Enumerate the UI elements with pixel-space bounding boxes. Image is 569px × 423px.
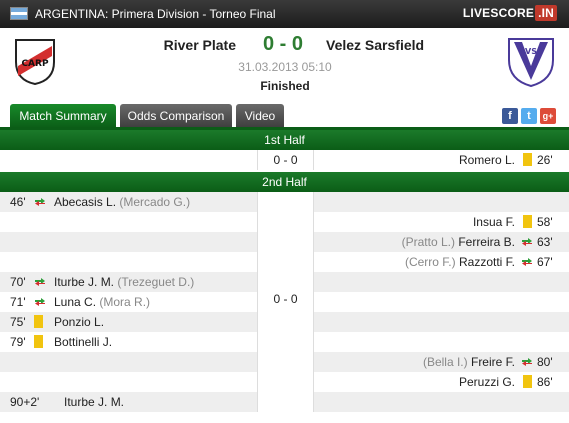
yellow-card-icon (523, 215, 532, 228)
event-player[interactable]: Iturbe J. M. (Trezeguet D.) (54, 272, 194, 292)
event-player[interactable]: Abecasis L. (Mercado G.) (54, 192, 190, 212)
substitution-icon (522, 258, 532, 266)
svg-text:VS: VS (525, 47, 537, 56)
event-player[interactable]: (Bella I.) Freire F. (423, 352, 515, 372)
substitution-icon (35, 278, 45, 286)
home-team-name[interactable]: River Plate (120, 37, 236, 53)
first-half-header: 1st Half (0, 130, 569, 150)
substitution-icon (522, 358, 532, 366)
player-out: (Mora R.) (99, 295, 151, 309)
player-out: (Mercado G.) (119, 195, 191, 209)
event-time: 67' (537, 255, 553, 269)
divider (313, 150, 314, 170)
river-plate-crest-icon: CARP (15, 39, 55, 86)
logo-suffix: .IN (535, 5, 557, 21)
away-team-name[interactable]: Velez Sarsfield (326, 37, 466, 53)
event-player[interactable]: Insua F. (473, 212, 515, 232)
event-time: 26' (537, 153, 553, 167)
event-player[interactable]: (Cerro F.) Razzotti F. (405, 252, 515, 272)
event-time: 58' (537, 215, 553, 229)
tab-odds-comparison[interactable]: Odds Comparison (120, 104, 232, 128)
first-half-score: 0 - 0 (273, 153, 298, 167)
event-player[interactable]: Bottinelli J. (54, 332, 112, 352)
player-out: (Pratto L.) (401, 235, 455, 249)
yellow-card-icon (523, 375, 532, 388)
event-time: 90+2' (10, 395, 40, 409)
player-out: (Trezeguet D.) (117, 275, 195, 289)
player-out: (Bella I.) (422, 355, 468, 369)
yellow-card-icon (34, 335, 43, 348)
player-name: Luna C. (54, 295, 97, 309)
svg-text:CARP: CARP (21, 59, 49, 69)
event-player[interactable]: Iturbe J. M. (64, 392, 124, 412)
googleplus-share-icon[interactable]: g+ (540, 108, 556, 124)
first-half-row: 0 - 0 Romero L. 26' (0, 150, 569, 170)
event-time: 80' (537, 355, 553, 369)
argentina-flag-icon (10, 7, 28, 20)
yellow-card-icon (34, 315, 43, 328)
second-half-header: 2nd Half (0, 172, 569, 192)
event-player[interactable]: (Pratto L.) Ferreira B. (402, 232, 515, 252)
divider (257, 150, 258, 170)
league-title: ARGENTINA: Primera Division - Torneo Fin… (35, 7, 276, 21)
player-name: Iturbe J. M. (54, 275, 115, 289)
player-name: Ferreira B. (458, 235, 515, 249)
substitution-icon (35, 298, 45, 306)
match-datetime: 31.03.2013 05:10 (238, 60, 332, 74)
match-status: Finished (260, 79, 310, 93)
twitter-share-icon[interactable]: t (521, 108, 537, 124)
player-name: Razzotti F. (458, 255, 515, 269)
event-player[interactable]: Ponzio L. (54, 312, 104, 332)
facebook-share-icon[interactable]: f (502, 108, 518, 124)
tab-match-summary[interactable]: Match Summary (10, 104, 116, 128)
logo-text: LIVESCORE (462, 6, 535, 20)
event-player[interactable]: Peruzzi G. (459, 372, 515, 392)
velez-sarsfield-crest-icon: VS (508, 38, 554, 88)
substitution-icon (35, 198, 45, 206)
player-out: (Cerro F.) (404, 255, 456, 269)
tab-video[interactable]: Video (236, 104, 284, 128)
player-name: Abecasis L. (54, 195, 117, 209)
event-time: 63' (537, 235, 553, 249)
top-bar: ARGENTINA: Primera Division - Torneo Fin… (0, 0, 569, 28)
second-half-score: 0 - 0 (273, 292, 298, 306)
livescore-logo[interactable]: LIVESCORE .IN (462, 5, 557, 21)
event-player[interactable]: Romero L. (459, 150, 515, 170)
event-player[interactable]: Luna C. (Mora R.) (54, 292, 150, 312)
player-name: Freire F. (470, 355, 515, 369)
match-score: 0 - 0 (262, 33, 304, 55)
substitution-icon (522, 238, 532, 246)
event-time: 86' (537, 375, 553, 389)
yellow-card-icon (523, 153, 532, 166)
